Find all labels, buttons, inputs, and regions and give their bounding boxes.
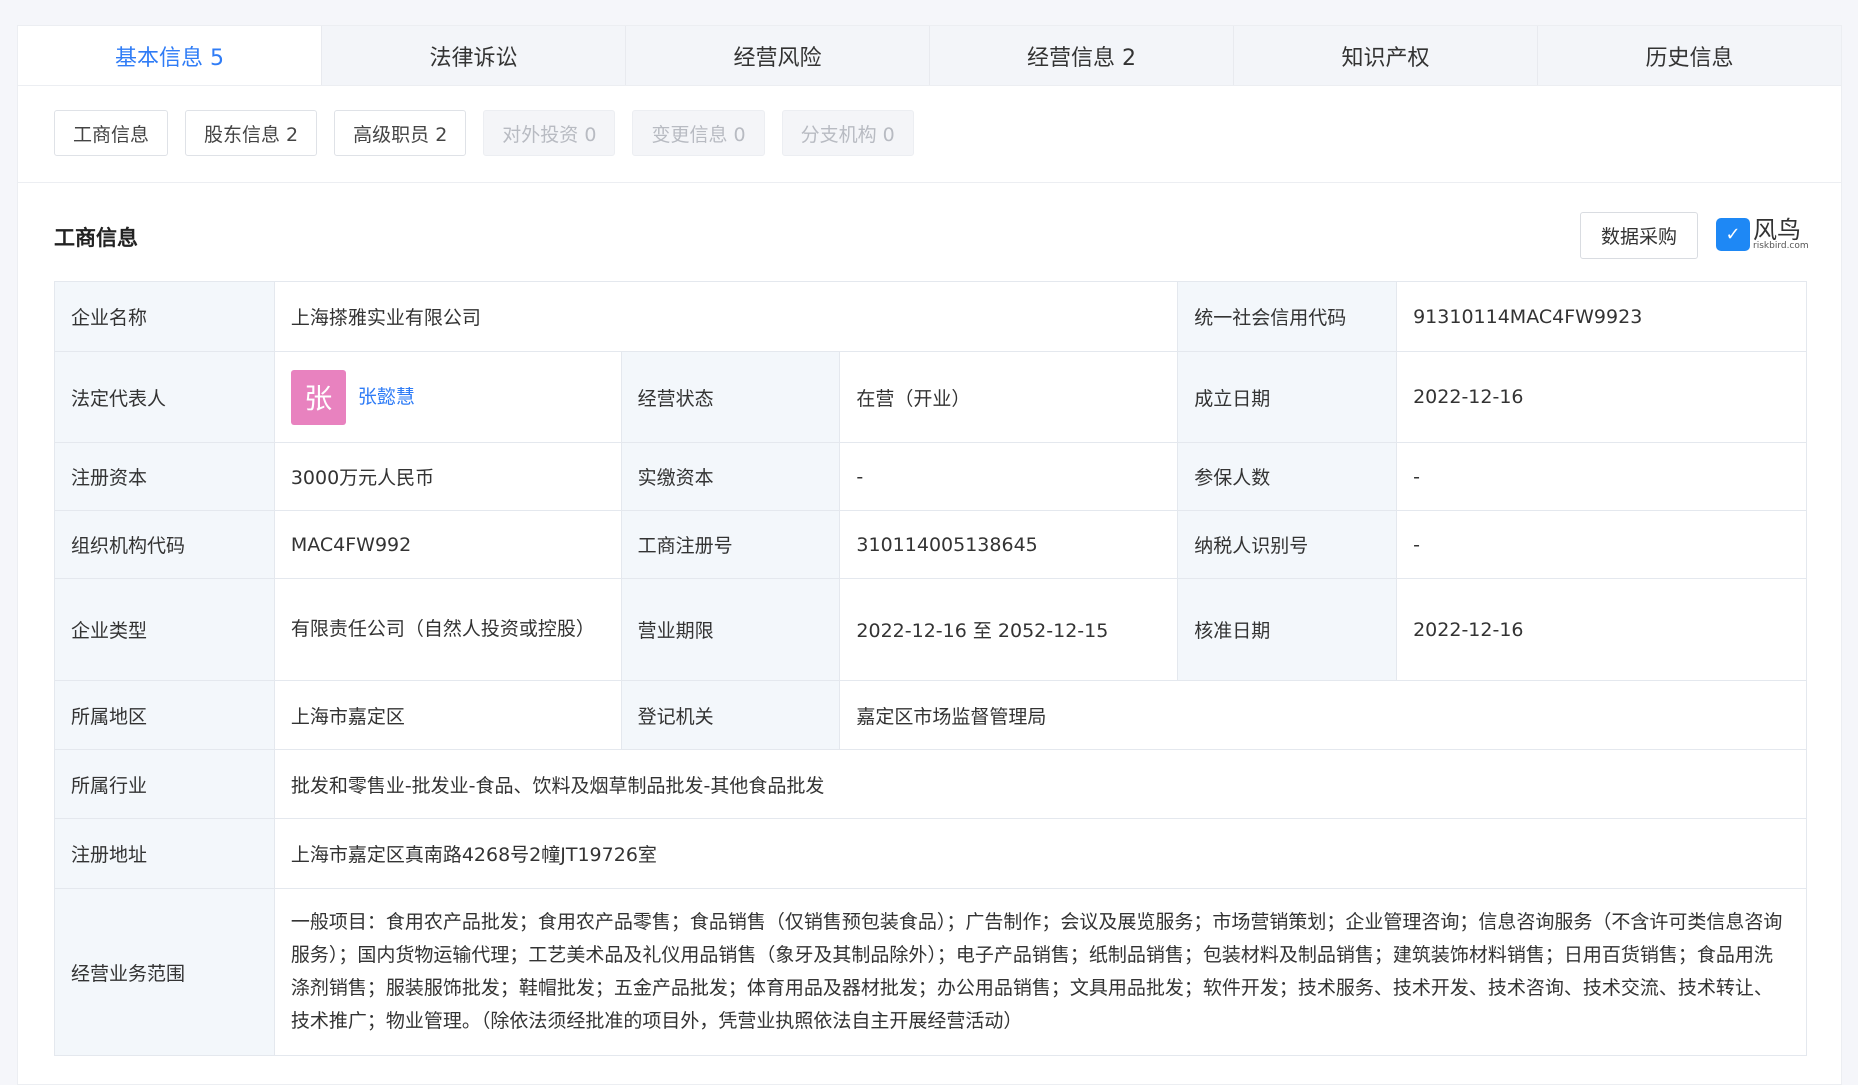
label: 企业名称 [54, 281, 275, 352]
status: 在营（开业） [839, 351, 1179, 443]
label: 所属行业 [54, 749, 275, 819]
table-row: 注册地址 上海市嘉定区真南路4268号2幢JT19726室 [54, 818, 1808, 889]
label: 注册资本 [54, 442, 275, 511]
reg-capital: 3000万元人民币 [273, 442, 622, 511]
section-title: 工商信息 [54, 226, 138, 250]
label: 核准日期 [1177, 578, 1398, 681]
label: 法定代表人 [54, 351, 275, 443]
table-row: 经营业务范围 一般项目：食用农产品批发；食用农产品零售；食品销售（仅销售预包装食… [54, 888, 1808, 1056]
tab-history[interactable]: 历史信息 [1538, 26, 1841, 85]
table-row: 企业名称 上海搽雅实业有限公司 统一社会信用代码 91310114MAC4FW9… [54, 281, 1807, 352]
subtab-changes: 变更信息 0 [632, 110, 765, 156]
authority: 嘉定区市场监督管理局 [839, 680, 1807, 750]
divider [18, 182, 1841, 183]
table-row: 企业类型 有限责任公司（自然人投资或控股） 营业期限 2022-12-16 至 … [54, 578, 1807, 681]
approved-date: 2022-12-16 [1396, 578, 1807, 681]
table-row: 法定代表人 张张懿慧 经营状态 在营（开业） 成立日期 2022-12-16 [54, 351, 1807, 443]
label: 统一社会信用代码 [1177, 281, 1398, 352]
org-code: MAC4FW992 [273, 510, 622, 579]
sub-tabs: 工商信息 股东信息 2 高级职员 2 对外投资 0 变更信息 0 分支机构 0 [18, 26, 914, 156]
label: 注册地址 [54, 818, 275, 889]
label: 实缴资本 [620, 442, 841, 511]
insured-count: - [1396, 442, 1807, 511]
logo-name: 风鸟 [1753, 216, 1801, 244]
data-purchase-button[interactable]: 数据采购 [1580, 212, 1698, 259]
legal-rep-link[interactable]: 张懿慧 [358, 386, 415, 408]
label: 工商注册号 [620, 510, 841, 579]
label: 营业期限 [620, 578, 841, 681]
table-row: 所属地区 上海市嘉定区 登记机关 嘉定区市场监督管理局 [54, 680, 1807, 750]
business-term: 2022-12-16 至 2052-12-15 [839, 578, 1179, 681]
label: 成立日期 [1177, 351, 1398, 443]
address: 上海市嘉定区真南路4268号2幢JT19726室 [273, 818, 1808, 889]
founded-date: 2022-12-16 [1396, 351, 1807, 443]
industry: 批发和零售业-批发业-食品、饮料及烟草制品批发-其他食品批发 [273, 749, 1808, 819]
tab-operation[interactable]: 经营信息 2 [930, 26, 1234, 85]
legal-rep-cell: 张张懿慧 [273, 351, 622, 443]
reg-no: 310114005138645 [839, 510, 1179, 579]
avatar: 张 [290, 369, 346, 425]
label: 参保人数 [1177, 442, 1398, 511]
label: 所属地区 [54, 680, 275, 750]
shield-icon: ✓ [1716, 218, 1750, 251]
subtab-executives[interactable]: 高级职员 2 [334, 110, 467, 156]
region: 上海市嘉定区 [273, 680, 622, 750]
subtab-investments: 对外投资 0 [483, 110, 616, 156]
business-info-table: 企业名称 上海搽雅实业有限公司 统一社会信用代码 91310114MAC4FW9… [54, 281, 1808, 1056]
label: 企业类型 [54, 578, 275, 681]
logo-domain: riskbird.com [1753, 241, 1809, 251]
riskbird-logo: ✓ 风鸟 riskbird.com [1716, 218, 1809, 251]
tab-ip[interactable]: 知识产权 [1234, 26, 1538, 85]
label: 组织机构代码 [54, 510, 275, 579]
label: 纳税人识别号 [1177, 510, 1398, 579]
subtab-branches: 分支机构 0 [781, 110, 914, 156]
subtab-business[interactable]: 工商信息 [54, 110, 169, 156]
label: 登记机关 [620, 680, 841, 750]
table-row: 注册资本 3000万元人民币 实缴资本 - 参保人数 - [54, 442, 1807, 511]
paid-capital: - [839, 442, 1179, 511]
table-row: 组织机构代码 MAC4FW992 工商注册号 310114005138645 纳… [54, 510, 1807, 579]
label: 经营业务范围 [54, 888, 275, 1056]
company-type: 有限责任公司（自然人投资或控股） [273, 578, 622, 681]
credit-code: 91310114MAC4FW9923 [1396, 281, 1807, 352]
table-row: 所属行业 批发和零售业-批发业-食品、饮料及烟草制品批发-其他食品批发 [54, 749, 1808, 819]
subtab-shareholders[interactable]: 股东信息 2 [185, 110, 318, 156]
business-scope: 一般项目：食用农产品批发；食用农产品零售；食品销售（仅销售预包装食品）；广告制作… [273, 888, 1808, 1056]
tax-id: - [1396, 510, 1807, 579]
company-info-card: 基本信息 5 法律诉讼 经营风险 经营信息 2 知识产权 历史信息 工商信息 股… [17, 25, 1842, 1085]
company-name: 上海搽雅实业有限公司 [273, 281, 1179, 352]
label: 经营状态 [620, 351, 841, 443]
